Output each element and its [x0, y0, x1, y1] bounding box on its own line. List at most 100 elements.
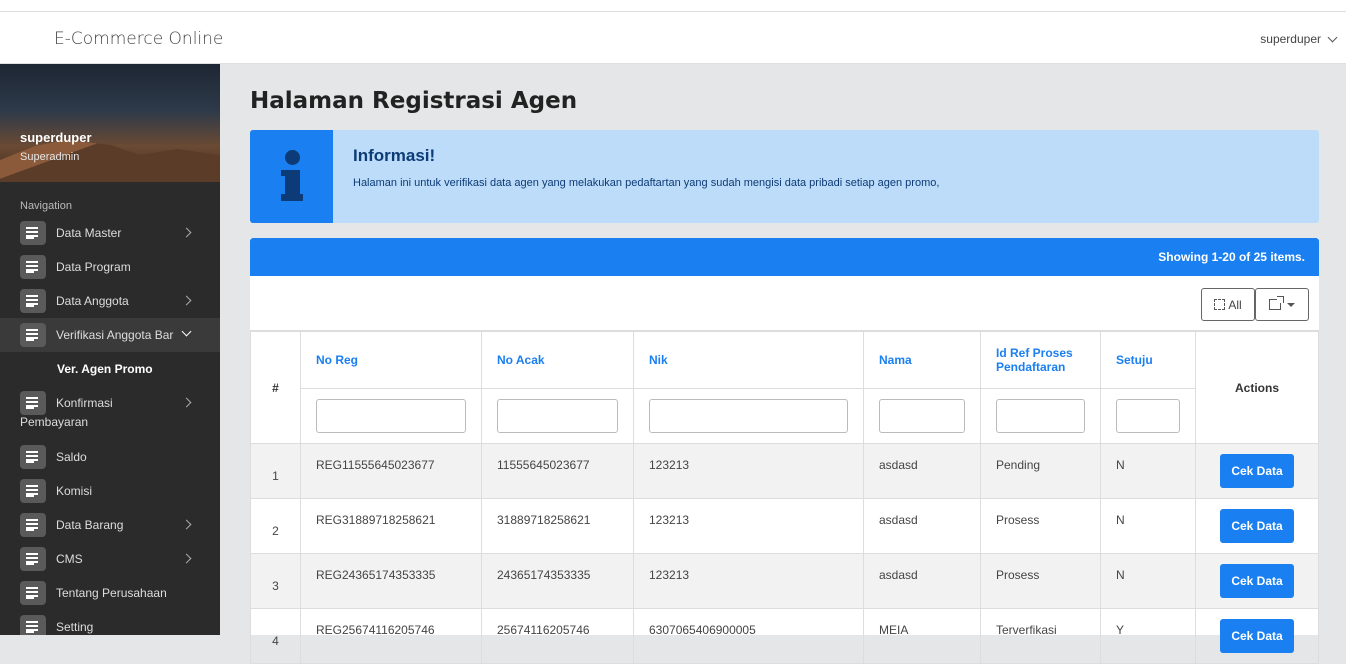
column-header-no-reg[interactable]: No Reg [300, 331, 482, 389]
list-icon [20, 221, 46, 245]
sidebar-item-tentang-perusahaan[interactable]: Tentang Perusahaan [0, 576, 220, 610]
cell-nik: 6307065406900005 [633, 608, 864, 664]
page-title: Halaman Registrasi Agen [250, 88, 578, 114]
sidebar-item-label: Data Barang [56, 518, 124, 532]
sidebar-item-label: CMS [56, 552, 83, 566]
show-all-button[interactable]: All [1201, 288, 1255, 321]
cell-nik: 123213 [633, 498, 864, 554]
cek-data-button[interactable]: Cek Data [1220, 454, 1294, 488]
sidebar-item-label: Data Anggota [56, 294, 129, 308]
profile-name: superduper [20, 130, 92, 145]
sidebar-item-label: Verifikasi Anggota Bar [56, 328, 174, 342]
grid-toolbar: All [250, 276, 1319, 331]
row-index: 2 [250, 498, 301, 554]
expand-icon [1214, 299, 1226, 310]
cell-nama: MEIA [863, 608, 981, 664]
nav-section-title: Navigation [20, 200, 72, 212]
browser-strip [0, 0, 1346, 12]
column-header-nik[interactable]: Nik [633, 331, 864, 389]
cell-no-acak: 24365174353335 [481, 553, 634, 609]
table-row: 3 REG24365174353335 24365174353335 12321… [250, 553, 1319, 609]
sidebar-item-data-anggota[interactable]: Data Anggota [0, 284, 220, 318]
cell-status: Pending [980, 443, 1101, 499]
cell-no-reg: REG25674116205746 [300, 608, 482, 664]
filter-cell [481, 388, 634, 444]
sidebar-item-verifikasi-anggota[interactable]: Verifikasi Anggota Bar [0, 318, 220, 352]
table-row: 1 REG11555645023677 11555645023677 12321… [250, 443, 1319, 499]
info-title: Informasi! [353, 146, 436, 165]
chevron-right-icon [181, 397, 192, 408]
list-icon [20, 289, 46, 313]
sidebar-item-label: Konfirmasi [56, 396, 113, 410]
chevron-down-icon [181, 326, 192, 337]
sidebar-item-label-continued: Pembayaran [20, 415, 89, 429]
cell-setuju: Y [1100, 608, 1196, 664]
sidebar-item-label: Komisi [56, 484, 93, 498]
chevron-right-icon [181, 519, 192, 530]
sidebar-item-label: Saldo [56, 450, 87, 464]
main-content: Halaman Registrasi Agen Informasi! Halam… [220, 64, 1346, 664]
cell-no-reg: REG24365174353335 [300, 553, 482, 609]
sidebar-item-label: Data Master [56, 226, 122, 240]
table-row: 4 REG25674116205746 25674116205746 63070… [250, 608, 1319, 664]
sidebar-item-konfirmasi-pembayaran[interactable]: Konfirmasi Pembayaran [0, 386, 220, 440]
sidebar-item-data-master[interactable]: Data Master [0, 216, 220, 250]
column-header-id-ref[interactable]: Id Ref Proses Pendaftaran [980, 331, 1101, 389]
brand-title[interactable]: E-Commerce Online [54, 29, 223, 49]
cell-nama: asdasd [863, 498, 981, 554]
list-icon [20, 255, 46, 279]
info-icon [250, 130, 333, 223]
grid-summary: Showing 1-20 of 25 items. [250, 238, 1319, 276]
filter-nik-input[interactable] [649, 399, 848, 433]
user-menu[interactable]: superduper [1260, 32, 1338, 46]
cell-nik: 123213 [633, 553, 864, 609]
filter-cell [1100, 388, 1196, 444]
filter-cell [633, 388, 864, 444]
cell-no-acak: 11555645023677 [481, 443, 634, 499]
chevron-right-icon [181, 295, 192, 306]
sidebar-item-setting[interactable]: Setting [0, 610, 220, 635]
external-link-icon [1269, 296, 1284, 310]
sidebar-item-label: Tentang Perusahaan [56, 586, 167, 600]
cell-actions: Cek Data [1195, 608, 1319, 664]
cell-actions: Cek Data [1195, 498, 1319, 554]
sidebar-item-komisi[interactable]: Komisi [0, 474, 220, 508]
list-icon [20, 445, 46, 469]
user-menu-label: superduper [1260, 32, 1321, 46]
agent-table: # No Reg No Acak Nik Nama Id Ref Proses … [250, 331, 1319, 664]
filter-nama-input[interactable] [879, 399, 965, 433]
cek-data-button[interactable]: Cek Data [1220, 619, 1294, 653]
sidebar-item-label: Setting [56, 620, 94, 634]
filter-id-ref-input[interactable] [996, 399, 1085, 433]
cell-actions: Cek Data [1195, 443, 1319, 499]
column-header-setuju[interactable]: Setuju [1100, 331, 1196, 389]
filter-no-acak-input[interactable] [497, 399, 618, 433]
chevron-right-icon [181, 553, 192, 564]
cell-nama: asdasd [863, 443, 981, 499]
filter-cell [980, 388, 1101, 444]
filter-cell [300, 388, 482, 444]
export-dropdown-button[interactable] [1255, 288, 1309, 321]
sidebar-item-data-program[interactable]: Data Program [0, 250, 220, 284]
column-header-nama[interactable]: Nama [863, 331, 981, 389]
table-row: 2 REG31889718258621 31889718258621 12321… [250, 498, 1319, 554]
cek-data-button[interactable]: Cek Data [1220, 509, 1294, 543]
cell-no-acak: 31889718258621 [481, 498, 634, 554]
cell-nik: 123213 [633, 443, 864, 499]
sidebar-item-saldo[interactable]: Saldo [0, 440, 220, 474]
row-index: 3 [250, 553, 301, 609]
sidebar-item-cms[interactable]: CMS [0, 542, 220, 576]
list-icon [20, 323, 46, 347]
profile-card: superduper Superadmin [0, 64, 220, 182]
filter-setuju-input[interactable] [1116, 399, 1180, 433]
sidebar-subitem-ver-agen-promo[interactable]: Ver. Agen Promo [0, 352, 220, 386]
info-text: Halaman ini untuk verifikasi data agen y… [353, 177, 940, 189]
filter-cell [863, 388, 981, 444]
cell-setuju: N [1100, 553, 1196, 609]
cell-status: Prosess [980, 498, 1101, 554]
sidebar-item-data-barang[interactable]: Data Barang [0, 508, 220, 542]
column-header-actions: Actions [1195, 331, 1319, 444]
column-header-no-acak[interactable]: No Acak [481, 331, 634, 389]
filter-no-reg-input[interactable] [316, 399, 466, 433]
cek-data-button[interactable]: Cek Data [1220, 564, 1294, 598]
